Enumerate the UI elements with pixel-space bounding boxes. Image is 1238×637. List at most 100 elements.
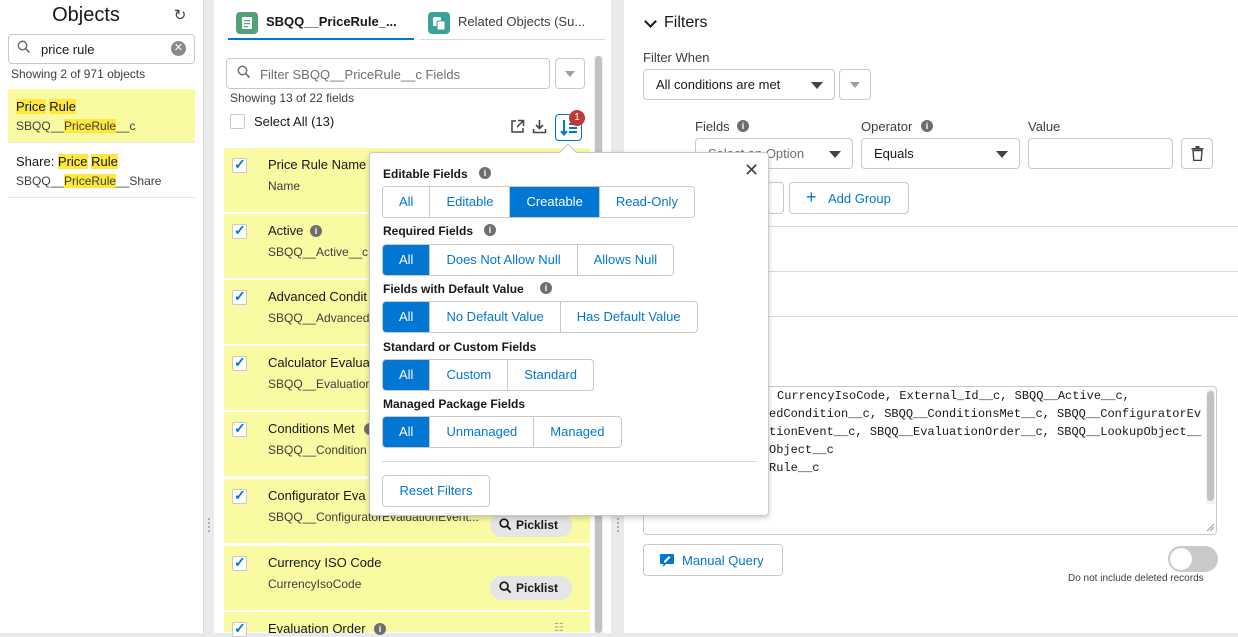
resize-handle[interactable] xyxy=(207,516,211,534)
object-item-price-rule-share[interactable]: Share: Price Rule SBQQ__PriceRule__Share xyxy=(8,144,195,198)
toggle-option-all[interactable]: All xyxy=(383,302,431,332)
field-filter-popover: ✕ Editable Fields i All Editable Creatable… xyxy=(369,143,769,516)
manual-query-button[interactable]: Manual Query xyxy=(643,544,783,576)
field-label: Evaluation Order xyxy=(268,621,366,636)
chevron-down-icon[interactable] xyxy=(644,15,657,28)
info-icon[interactable]: i xyxy=(921,120,933,132)
objects-title: Objects xyxy=(52,4,120,26)
toggle-option-all[interactable]: All xyxy=(383,245,431,275)
reset-filters-button[interactable]: Reset Filters xyxy=(382,475,490,507)
field-label: Price Rule Name xyxy=(268,157,367,172)
field-label: Advanced Condit xyxy=(268,289,368,304)
select-all-checkbox[interactable] xyxy=(230,114,245,129)
operator-value: Equals xyxy=(874,146,914,161)
check-icon: ✓ xyxy=(234,420,246,436)
toggle-option-allows-null[interactable]: Allows Null xyxy=(578,245,674,275)
divider xyxy=(382,461,757,462)
filter-when-select[interactable]: All conditions are met xyxy=(643,69,835,100)
check-icon: ✓ xyxy=(234,554,246,570)
query-line: tionEvent__c, SBQQ__EvaluationOrder__c, … xyxy=(769,425,1202,439)
toggle-option-editable[interactable]: Editable xyxy=(430,187,511,217)
info-icon[interactable]: i xyxy=(484,224,496,236)
toggle-option-has-default-value[interactable]: Has Default Value xyxy=(561,302,697,332)
picklist-pill[interactable]: Picklist xyxy=(490,513,572,537)
toggle-option-read-only[interactable]: Read-Only xyxy=(600,187,694,217)
chevron-down-icon xyxy=(565,71,575,77)
add-group-button[interactable]: + Add Group xyxy=(789,182,909,214)
section-title: Editable Fields xyxy=(383,167,468,181)
toggle-option-all[interactable]: All xyxy=(383,187,431,217)
chevron-down-icon xyxy=(811,82,823,89)
object-label: Price Rule xyxy=(16,99,76,114)
download-icon[interactable] xyxy=(532,119,547,134)
query-line: edCondition__c, SBQQ__ConditionsMet__c, … xyxy=(769,407,1202,421)
check-icon: ✓ xyxy=(234,620,246,636)
toggle-option-all[interactable]: All xyxy=(383,417,431,447)
check-icon: ✓ xyxy=(234,354,246,370)
tab-object-fields[interactable]: SBQQ__PriceRule_... xyxy=(228,6,414,40)
info-icon[interactable]: i xyxy=(737,120,749,132)
info-icon[interactable]: i xyxy=(310,225,322,237)
section-title: Standard or Custom Fields xyxy=(383,340,537,354)
field-filter-dropdown[interactable] xyxy=(555,58,585,89)
toggle-knob xyxy=(1170,548,1192,570)
field-api-name: SBQQ__Condition xyxy=(268,443,367,457)
resize-grip-icon[interactable] xyxy=(1205,522,1215,532)
delete-condition-button[interactable] xyxy=(1181,138,1213,169)
field-api-name: SBQQ__Evaluation xyxy=(268,377,373,391)
manual-query-label: Manual Query xyxy=(682,553,764,568)
toggle-option-does-not-allow-null[interactable]: Does Not Allow Null xyxy=(430,245,578,275)
toggle-option-no-default-value[interactable]: No Default Value xyxy=(430,302,561,332)
section-title: Required Fields xyxy=(383,224,474,238)
field-filter-placeholder: Filter SBQQ__PriceRule__c Fields xyxy=(260,67,461,82)
scrollbar-thumb[interactable] xyxy=(1207,391,1214,501)
field-api-name: SBQQ__Advanced xyxy=(268,311,370,325)
field-row[interactable]: ✓ Evaluation Order i ☷ xyxy=(224,612,590,637)
check-icon: ✓ xyxy=(234,487,246,503)
field-api-name: Name xyxy=(268,179,301,193)
toggle-option-creatable[interactable]: Creatable xyxy=(510,187,600,217)
fields-label: Fields xyxy=(695,119,730,134)
value-input[interactable] xyxy=(1028,138,1173,169)
field-label: Configurator Eva xyxy=(268,488,366,503)
object-icon xyxy=(236,12,258,34)
edit-query-icon xyxy=(660,554,674,567)
tab-related-objects[interactable]: Related Objects (Su... xyxy=(420,6,605,40)
include-deleted-toggle[interactable] xyxy=(1168,546,1218,572)
field-count: Showing 13 of 22 fields xyxy=(230,91,355,105)
object-item-price-rule[interactable]: Price Rule SBQQ__PriceRule__c xyxy=(8,89,195,143)
field-label: Active xyxy=(268,223,304,238)
toggle-option-custom[interactable]: Custom xyxy=(430,360,509,390)
add-condition-button[interactable] xyxy=(767,182,784,214)
field-row[interactable]: ✓ Currency ISO Code CurrencyIsoCode Pick… xyxy=(224,546,590,611)
query-line: Object__c xyxy=(769,443,834,457)
resize-handle[interactable] xyxy=(616,516,620,534)
field-filter-input[interactable]: Filter SBQQ__PriceRule__c Fields xyxy=(226,58,550,89)
info-icon[interactable]: i xyxy=(479,167,491,179)
close-icon[interactable]: ✕ xyxy=(744,161,759,179)
object-search-input[interactable]: price rule ✕ xyxy=(8,34,195,64)
section-title: Managed Package Fields xyxy=(383,397,526,411)
default-value-toggle: All No Default Value Has Default Value xyxy=(382,301,698,333)
trash-icon xyxy=(1191,146,1204,161)
info-icon[interactable]: i xyxy=(540,282,552,294)
clear-search-icon[interactable]: ✕ xyxy=(171,41,186,56)
field-label: Calculator Evalua xyxy=(268,355,370,370)
toggle-option-unmanaged[interactable]: Unmanaged xyxy=(430,417,535,447)
chevron-down-icon xyxy=(829,151,841,158)
toggle-option-standard[interactable]: Standard xyxy=(508,360,593,390)
info-icon[interactable]: i xyxy=(374,623,386,635)
chevron-down-icon xyxy=(850,82,860,88)
object-api-name: SBQQ__PriceRule__c xyxy=(16,119,136,133)
required-fields-toggle: All Does Not Allow Null Allows Null xyxy=(382,244,675,276)
filter-when-options-button[interactable] xyxy=(839,69,871,100)
refresh-icon[interactable]: ↻ xyxy=(172,8,188,24)
operator-select[interactable]: Equals xyxy=(861,138,1020,169)
picklist-pill[interactable]: Picklist xyxy=(490,576,572,600)
open-external-icon[interactable] xyxy=(510,119,525,134)
toggle-option-all[interactable]: All xyxy=(383,360,431,390)
query-scrollbar[interactable] xyxy=(1206,389,1215,504)
toggle-option-managed[interactable]: Managed xyxy=(534,417,620,447)
object-search-value: price rule xyxy=(41,42,95,57)
include-deleted-label: Do not include deleted records xyxy=(1068,573,1204,584)
